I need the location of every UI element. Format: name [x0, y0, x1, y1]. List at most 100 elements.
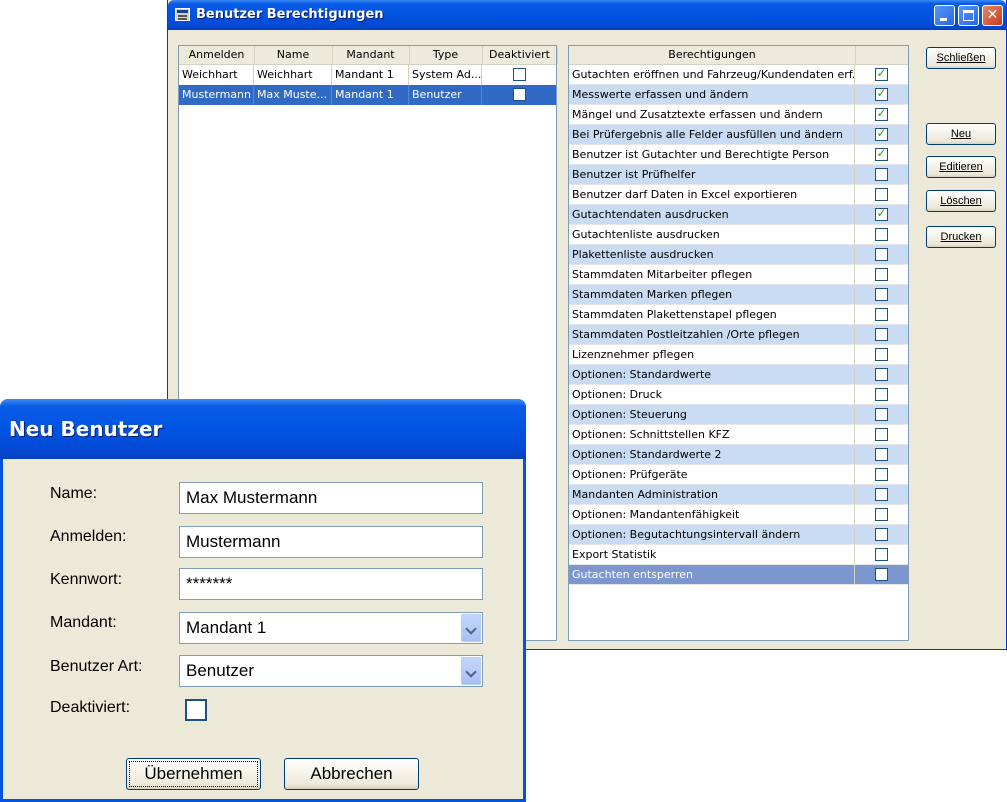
new-user-dialog: Neu Benutzer Name: Max Mustermann Anmeld… — [0, 399, 526, 802]
permission-row[interactable]: Benutzer ist Gutachter und Berechtigte P… — [569, 145, 908, 165]
permission-row[interactable]: Plakettenliste ausdrucken — [569, 245, 908, 265]
permission-label: Optionen: Schnittstellen KFZ — [569, 425, 855, 444]
permission-row[interactable]: Gutachtenliste ausdrucken — [569, 225, 908, 245]
permission-checkbox[interactable] — [875, 188, 888, 201]
permission-checkbox[interactable] — [875, 408, 888, 421]
permission-label: Benutzer ist Gutachter und Berechtigte P… — [569, 145, 855, 164]
column-header-type[interactable]: Type — [409, 46, 483, 64]
permission-row[interactable]: Optionen: Begutachtungsintervall ändern — [569, 525, 908, 545]
permission-checkbox[interactable] — [875, 388, 888, 401]
permission-row[interactable]: Optionen: Mandantenfähigkeit — [569, 505, 908, 525]
permission-row[interactable]: Optionen: Standardwerte — [569, 365, 908, 385]
permission-row[interactable]: Optionen: Druck — [569, 385, 908, 405]
permission-checkbox[interactable] — [875, 368, 888, 381]
column-header-berechtigungen[interactable]: Berechtigungen — [569, 46, 856, 64]
chevron-down-icon[interactable] — [461, 657, 481, 685]
permission-checkbox[interactable] — [875, 508, 888, 521]
permissions-list[interactable]: Berechtigungen Gutachten eröffnen und Fa… — [568, 45, 909, 641]
permission-checkbox[interactable] — [875, 308, 888, 321]
permission-checkbox[interactable] — [875, 428, 888, 441]
permission-label: Mängel und Zusatztexte erfassen und ände… — [569, 105, 855, 124]
permission-row[interactable]: Stammdaten Plakettenstapel pflegen — [569, 305, 908, 325]
close-button[interactable]: ✕ — [982, 5, 1003, 26]
permission-row[interactable]: Benutzer ist Prüfhelfer — [569, 165, 908, 185]
permission-row[interactable]: Lizenznehmer pflegen — [569, 345, 908, 365]
deaktiviert-checkbox[interactable] — [185, 699, 207, 721]
permission-row[interactable]: Mängel und Zusatztexte erfassen und ände… — [569, 105, 908, 125]
permission-row[interactable]: Stammdaten Mitarbeiter pflegen — [569, 265, 908, 285]
minimize-button[interactable] — [934, 5, 955, 26]
permission-row[interactable]: Gutachten entsperren — [569, 565, 908, 585]
column-header-deaktiviert[interactable]: Deaktiviert — [482, 46, 558, 64]
column-header-mandant[interactable]: Mandant — [332, 46, 410, 64]
user-name: Weichhart — [254, 65, 332, 85]
mandant-label: Mandant: — [50, 614, 117, 631]
permission-checkbox[interactable] — [875, 468, 888, 481]
permission-label: Gutachten entsperren — [569, 565, 855, 584]
permission-row[interactable]: Optionen: Prüfgeräte — [569, 465, 908, 485]
name-label: Name: — [50, 485, 98, 502]
permission-row[interactable]: Optionen: Schnittstellen KFZ — [569, 425, 908, 445]
permission-row[interactable]: Stammdaten Marken pflegen — [569, 285, 908, 305]
permission-checkbox[interactable] — [875, 288, 888, 301]
permission-row[interactable]: Gutachtendaten ausdrucken — [569, 205, 908, 225]
abbrechen-label: Abbrechen — [310, 764, 393, 783]
name-field[interactable]: Max Mustermann — [179, 482, 483, 514]
loeschen-button[interactable]: Löschen — [926, 190, 996, 212]
permission-checkbox[interactable] — [875, 146, 888, 161]
permission-label: Optionen: Druck — [569, 385, 855, 404]
abbrechen-button[interactable]: Abbrechen — [284, 758, 419, 790]
permission-checkbox[interactable] — [875, 66, 888, 81]
permission-row[interactable]: Messwerte erfassen und ändern — [569, 85, 908, 105]
maximize-button[interactable] — [958, 5, 979, 26]
dialog-titlebar[interactable]: Neu Benutzer — [0, 399, 526, 459]
user-deaktiviert-checkbox[interactable] — [513, 68, 526, 81]
drucken-button[interactable]: Drucken — [926, 226, 996, 248]
neu-button[interactable]: Neu — [926, 123, 996, 145]
permission-row[interactable]: Gutachten eröffnen und Fahrzeug/Kundenda… — [569, 65, 908, 85]
anmelden-field[interactable]: Mustermann — [179, 526, 483, 558]
permission-row[interactable]: Export Statistik — [569, 545, 908, 565]
window-titlebar[interactable]: Benutzer Berechtigungen ✕ — [168, 0, 1006, 30]
mandant-selected-value: Mandant 1 — [186, 618, 267, 637]
permission-checkbox[interactable] — [875, 488, 888, 501]
permission-checkbox[interactable] — [875, 448, 888, 461]
permission-checkbox[interactable] — [875, 106, 888, 121]
permission-label: Optionen: Prüfgeräte — [569, 465, 855, 484]
permission-checkbox[interactable] — [875, 126, 888, 141]
permission-checkbox[interactable] — [875, 168, 888, 181]
chevron-down-icon[interactable] — [461, 614, 481, 642]
permission-row[interactable]: Mandanten Administration — [569, 485, 908, 505]
permission-row[interactable]: Bei Prüfergebnis alle Felder ausfüllen u… — [569, 125, 908, 145]
benutzer-art-select[interactable]: Benutzer — [179, 655, 483, 687]
user-mandant: Mandant 1 — [332, 85, 409, 105]
column-header-name[interactable]: Name — [254, 46, 333, 64]
permission-checkbox[interactable] — [875, 248, 888, 261]
permission-checkbox[interactable] — [875, 206, 888, 221]
schliessen-button[interactable]: Schließen — [926, 47, 996, 69]
permission-row[interactable]: Optionen: Steuerung — [569, 405, 908, 425]
permission-row[interactable]: Optionen: Standardwerte 2 — [569, 445, 908, 465]
permission-label: Lizenznehmer pflegen — [569, 345, 855, 364]
permission-checkbox[interactable] — [875, 86, 888, 101]
permission-checkbox[interactable] — [875, 228, 888, 241]
permission-checkbox[interactable] — [875, 548, 888, 561]
user-name: Max Muste... — [254, 85, 332, 105]
user-deaktiviert-checkbox[interactable] — [513, 88, 526, 101]
mandant-select[interactable]: Mandant 1 — [179, 612, 483, 644]
permission-row[interactable]: Benutzer darf Daten in Excel exportieren — [569, 185, 908, 205]
kennwort-field[interactable]: ******* — [179, 568, 483, 600]
permission-checkbox[interactable] — [875, 328, 888, 341]
column-header-anmelden[interactable]: Anmelden — [179, 46, 255, 64]
permission-row[interactable]: Stammdaten Postleitzahlen /Orte pflegen — [569, 325, 908, 345]
permission-label: Optionen: Begutachtungsintervall ändern — [569, 525, 855, 544]
user-row-selected[interactable]: Mustermann Max Muste... Mandant 1 Benutz… — [179, 85, 556, 105]
permission-checkbox[interactable] — [875, 268, 888, 281]
permission-checkbox[interactable] — [875, 528, 888, 541]
editieren-button[interactable]: Editieren — [926, 156, 996, 178]
permission-checkbox[interactable] — [875, 348, 888, 361]
user-type: Benutzer — [409, 85, 482, 105]
user-row[interactable]: Weichhart Weichhart Mandant 1 System Ad.… — [179, 65, 556, 85]
uebernehmen-button[interactable]: Übernehmen — [126, 758, 261, 790]
permission-checkbox[interactable] — [875, 568, 888, 581]
